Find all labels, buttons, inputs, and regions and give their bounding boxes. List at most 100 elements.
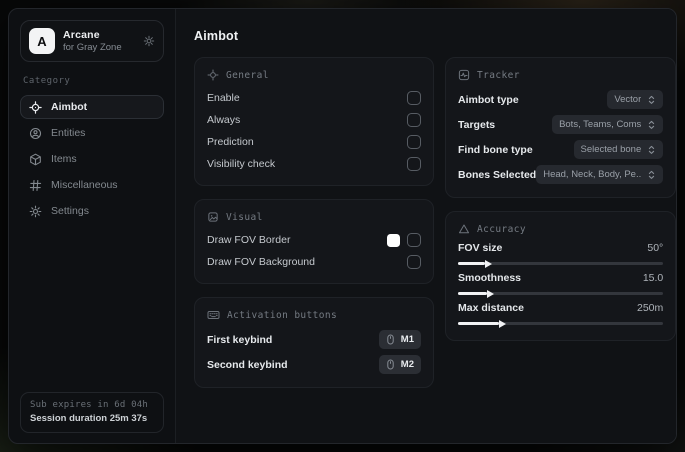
second-keybind-button[interactable]: M2 (378, 355, 421, 374)
right-column: Tracker Aimbot type Vector Targets Bots,… (445, 57, 676, 354)
first-keybind-button[interactable]: M1 (378, 330, 421, 349)
brand-settings-icon[interactable] (143, 35, 155, 47)
setting-row: Enable (207, 87, 421, 109)
activation-section-title: Activation buttons (227, 309, 338, 321)
slider-value: 15.0 (642, 272, 664, 284)
crosshair-icon (207, 69, 219, 81)
select-value: Selected bone (580, 144, 642, 155)
setting-label: Second keybind (207, 358, 288, 371)
always-checkbox[interactable] (407, 113, 421, 127)
mouse-icon (386, 359, 395, 370)
slider-label: FOV size (458, 242, 503, 254)
unfold-icon (647, 120, 656, 130)
visual-section-title: Visual (226, 211, 263, 223)
max-distance-slider: Max distance 250m (458, 302, 664, 328)
draw-fov-background-checkbox[interactable] (407, 255, 421, 269)
sidebar-item-label: Miscellaneous (51, 179, 118, 191)
setting-label: Draw FOV Background (207, 256, 315, 268)
brand-subtitle: for Gray Zone (63, 42, 122, 53)
app-window: A Arcane for Gray Zone Category Aimbot E… (8, 8, 677, 444)
setting-row: Draw FOV Border (207, 229, 421, 251)
setting-row: Aimbot type Vector (458, 87, 664, 112)
slider-value: 250m (636, 302, 664, 314)
visual-section: Visual Draw FOV Border Draw FOV Backgrou… (194, 199, 434, 284)
accuracy-section: Accuracy FOV size 50° Smoothness 15.0 Ma… (445, 211, 676, 341)
slider-fill (458, 319, 507, 328)
keyboard-icon (207, 309, 220, 321)
setting-label: Find bone type (458, 143, 533, 156)
slider-track[interactable] (458, 259, 664, 268)
brand-text: Arcane for Gray Zone (63, 29, 122, 53)
general-section-header: General (207, 69, 421, 81)
accuracy-section-title: Accuracy (477, 223, 526, 235)
visual-section-header: Visual (207, 211, 421, 223)
tracker-section-title: Tracker (477, 69, 520, 81)
general-section: General Enable Always Prediction Visibil… (194, 57, 434, 186)
entities-icon (29, 127, 42, 140)
slider-track[interactable] (458, 289, 664, 298)
page-title: Aimbot (194, 29, 239, 43)
unfold-icon (647, 95, 656, 105)
setting-row: Prediction (207, 131, 421, 153)
brand-logo: A (29, 28, 55, 54)
slider-thumb[interactable] (499, 319, 507, 328)
find-bone-type-select[interactable]: Selected bone (573, 140, 664, 159)
visibility-check-checkbox[interactable] (407, 157, 421, 171)
sidebar-nav: Aimbot Entities Items Miscellaneous Sett… (20, 93, 164, 225)
select-value: Bots, Teams, Coms (559, 119, 642, 130)
unfold-icon (647, 170, 656, 180)
sub-expires-text: Sub expires in 6d 04h (30, 400, 148, 410)
slider-fill (458, 259, 492, 268)
sidebar-item-entities[interactable]: Entities (20, 121, 164, 145)
mouse-icon (386, 334, 395, 345)
setting-row: Find bone type Selected bone (458, 137, 664, 162)
keybind-value: M2 (400, 359, 414, 370)
sidebar-item-label: Aimbot (51, 101, 88, 113)
crosshair-icon (29, 100, 42, 114)
sidebar-item-label: Settings (51, 205, 89, 217)
slider-value: 50° (647, 242, 664, 254)
setting-row: Draw FOV Background (207, 251, 421, 273)
slider-track[interactable] (458, 319, 664, 328)
slider-label: Max distance (458, 302, 524, 314)
setting-label: Visibility check (207, 158, 276, 170)
gear-icon (29, 205, 42, 218)
setting-label: Targets (458, 118, 496, 131)
setting-label: Always (207, 114, 241, 126)
setting-row: First keybind M1 (207, 327, 421, 352)
setting-label: Draw FOV Border (207, 234, 291, 246)
enable-checkbox[interactable] (407, 91, 421, 105)
main-content: Aimbot General Enable Always Prediction … (176, 9, 676, 443)
sidebar-item-aimbot[interactable]: Aimbot (20, 95, 164, 119)
sidebar-item-miscellaneous[interactable]: Miscellaneous (20, 173, 164, 197)
sidebar: A Arcane for Gray Zone Category Aimbot E… (9, 9, 176, 443)
setting-row: Visibility check (207, 153, 421, 175)
slider-fill (458, 289, 494, 298)
sidebar-item-items[interactable]: Items (20, 147, 164, 171)
fov-border-color-swatch[interactable] (387, 233, 400, 247)
setting-label: Enable (207, 92, 240, 104)
slider-thumb[interactable] (486, 289, 494, 298)
setting-label: Aimbot type (458, 93, 519, 106)
slider-thumb[interactable] (484, 259, 492, 268)
general-section-title: General (226, 69, 269, 81)
sliders-icon (29, 179, 42, 192)
draw-fov-border-checkbox[interactable] (407, 233, 421, 247)
brand-name: Arcane (63, 29, 100, 41)
sidebar-item-label: Entities (51, 127, 86, 139)
bones-selected-select[interactable]: Head, Neck, Body, Pe.. (536, 165, 664, 184)
setting-row: Targets Bots, Teams, Coms (458, 112, 664, 137)
subscription-info: Sub expires in 6d 04h Session duration 2… (20, 392, 164, 433)
setting-row: Bones Selected Head, Neck, Body, Pe.. (458, 162, 664, 187)
session-duration-text: Session duration 25m 37s (30, 413, 148, 424)
category-label: Category (23, 76, 71, 86)
prediction-checkbox[interactable] (407, 135, 421, 149)
activation-buttons-section: Activation buttons First keybind M1 Seco… (194, 297, 434, 388)
setting-row: Always (207, 109, 421, 131)
tracker-section: Tracker Aimbot type Vector Targets Bots,… (445, 57, 676, 198)
sidebar-item-settings[interactable]: Settings (20, 199, 164, 223)
aimbot-type-select[interactable]: Vector (607, 90, 664, 109)
targets-select[interactable]: Bots, Teams, Coms (552, 115, 664, 134)
select-value: Head, Neck, Body, Pe.. (543, 169, 642, 180)
